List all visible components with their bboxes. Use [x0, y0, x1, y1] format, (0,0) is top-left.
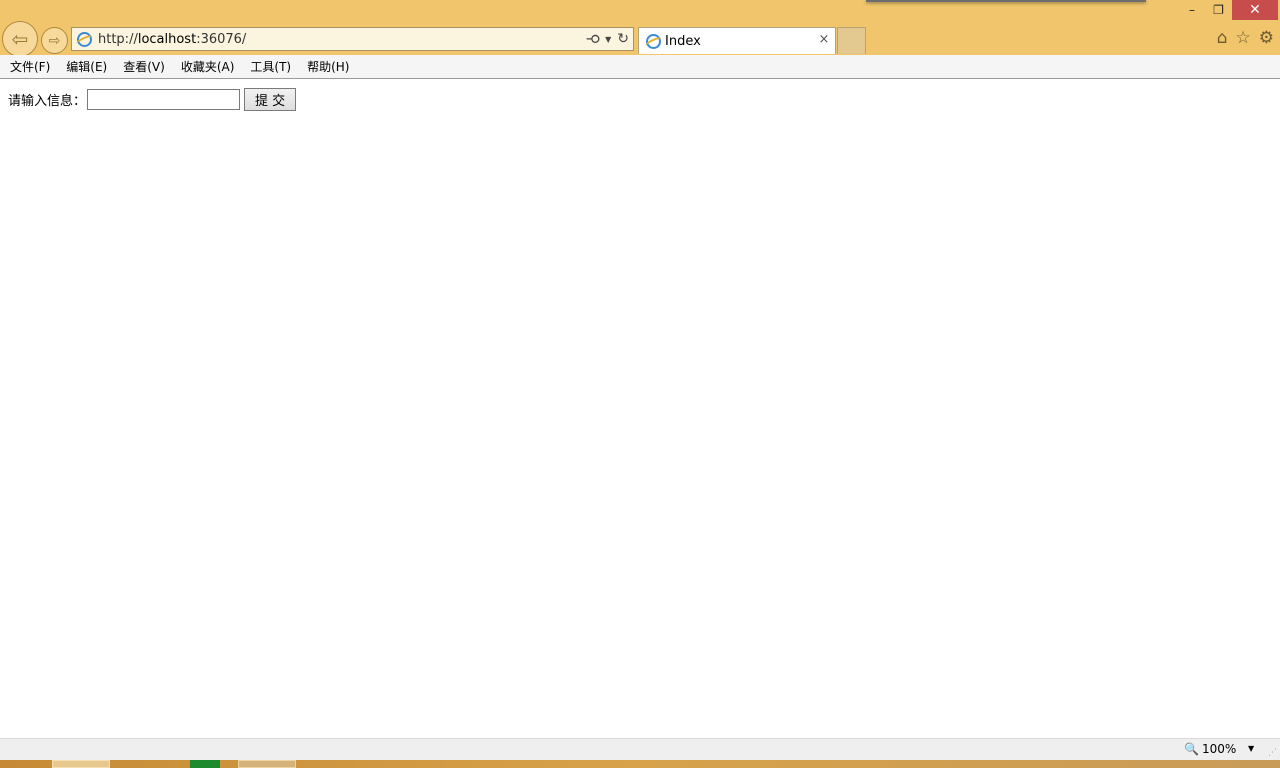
taskbar-item-app[interactable] [190, 760, 220, 768]
taskbar-item-ie[interactable] [52, 760, 110, 768]
menu-tools[interactable]: 工具(T) [242, 58, 299, 75]
window-close-button[interactable]: ✕ [1232, 0, 1278, 20]
url-host: localhost [137, 31, 197, 47]
zoom-level: 100% [1201, 742, 1237, 756]
address-bar[interactable]: http://localhost:36076/ ⚲ ▼ ↻ [71, 27, 634, 51]
minimize-button[interactable]: – [1179, 0, 1205, 20]
tab-title: Index [665, 33, 701, 49]
forward-button[interactable]: ⇨ [41, 27, 68, 54]
zoom-dropdown-icon[interactable]: ▼ [1248, 744, 1254, 753]
info-form: 请输入信息： 提 交 [8, 88, 297, 111]
menu-view[interactable]: 查看(V) [115, 58, 173, 75]
notification-edge [866, 0, 1146, 2]
menu-edit[interactable]: 编辑(E) [58, 58, 115, 75]
status-bar: 🔍 100% ▼ ⋰ [0, 738, 1280, 760]
home-icon[interactable]: ⌂ [1217, 28, 1228, 48]
submit-button[interactable]: 提 交 [244, 88, 297, 111]
zoom-icon: 🔍 [1184, 742, 1199, 756]
refresh-icon[interactable]: ↻ [617, 31, 629, 47]
info-input[interactable] [87, 89, 241, 110]
browser-chrome: ⇦ ⇨ http://localhost:36076/ ⚲ ▼ ↻ Index … [0, 0, 1280, 57]
menu-help[interactable]: 帮助(H) [299, 58, 357, 75]
back-button[interactable]: ⇦ [2, 21, 38, 57]
tab-index[interactable]: Index × [638, 27, 836, 54]
menu-bar: 文件(F) 编辑(E) 查看(V) 收藏夹(A) 工具(T) 帮助(H) [0, 55, 1280, 79]
new-tab-button[interactable] [837, 27, 866, 54]
address-tools: ⚲ ▼ ↻ [585, 28, 629, 50]
taskbar [0, 760, 1280, 768]
star-icon[interactable]: ☆ [1236, 28, 1251, 48]
menu-favorites[interactable]: 收藏夹(A) [173, 58, 243, 75]
ie-logo-icon [77, 31, 92, 47]
menu-file[interactable]: 文件(F) [2, 58, 58, 75]
url-text[interactable]: http://localhost:36076/ [98, 32, 246, 47]
browser-tools: ⌂ ☆ ⚙ [1217, 28, 1274, 48]
gear-icon[interactable]: ⚙ [1259, 28, 1274, 48]
restore-button[interactable]: ❐ [1205, 0, 1232, 20]
url-suffix: :36076/ [196, 31, 247, 47]
ie-logo-icon [646, 33, 661, 49]
taskbar-item-window[interactable] [238, 760, 296, 768]
zoom-control[interactable]: 🔍 100% [1184, 742, 1236, 756]
page-content: 请输入信息： 提 交 [0, 79, 1280, 738]
info-label: 请输入信息： [8, 94, 87, 109]
url-prefix: http:// [98, 31, 138, 47]
search-icon[interactable]: ⚲ [585, 34, 603, 45]
resize-grip-icon[interactable]: ⋰ [1268, 748, 1277, 758]
dropdown-icon[interactable]: ▼ [605, 35, 611, 44]
forward-arrow-icon: ⇨ [48, 32, 61, 49]
back-arrow-icon: ⇦ [11, 27, 29, 51]
close-icon[interactable]: × [817, 33, 831, 47]
